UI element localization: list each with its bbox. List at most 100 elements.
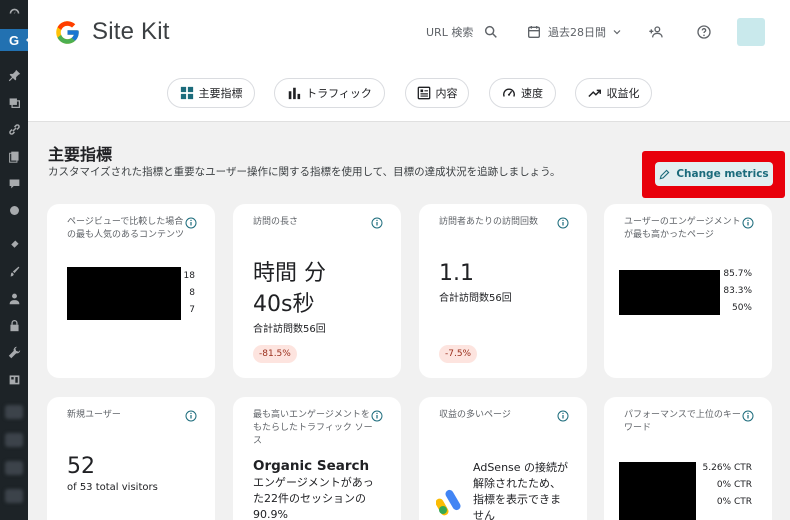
metric-subtext: 合計訪問数56回 bbox=[253, 324, 326, 335]
popular-content-card: ページビューで比較した場合の最も人気のあるコンテンツ 18 8 7 bbox=[47, 204, 215, 378]
value: 0% CTR bbox=[716, 480, 752, 490]
site-kit-header: Site Kit URL 検索 過去28日間 主要指標 トラフィック 内容 速度 bbox=[28, 0, 790, 122]
top-traffic-source-card: 最も高いエンゲージメントをもたらしたトラフィック ソース Organic Sea… bbox=[233, 397, 401, 520]
brush-icon[interactable] bbox=[0, 260, 28, 282]
tab-label: トラフィック bbox=[306, 87, 372, 100]
redacted-content bbox=[619, 462, 696, 520]
message-line: 指標を表示できま bbox=[473, 493, 561, 506]
users-icon[interactable] bbox=[0, 287, 28, 309]
tab-monetization[interactable]: 収益化 bbox=[575, 78, 652, 108]
adsense-message: AdSense の接続が 解除されたため、 指標を表示できま せん bbox=[473, 460, 568, 520]
info-icon[interactable] bbox=[185, 410, 197, 422]
change-metrics-button[interactable]: Change metrics bbox=[655, 162, 773, 186]
redacted-content bbox=[67, 267, 181, 320]
metric-value: 1.1 bbox=[439, 261, 474, 286]
visits-per-visitor-card: 訪問者あたりの訪問回数 1.1 合計訪問数56回 -7.5% bbox=[419, 204, 587, 378]
message-line: せん bbox=[473, 509, 495, 520]
tab-label: 内容 bbox=[435, 87, 458, 100]
metric-value-line1: 時間 分 bbox=[253, 261, 326, 286]
avatar[interactable] bbox=[737, 18, 765, 46]
help-button[interactable] bbox=[696, 20, 712, 44]
calendar-icon bbox=[528, 26, 540, 38]
card-title: 収益の多いページ bbox=[439, 410, 511, 420]
tab-bar: 主要指標 トラフィック 内容 速度 収益化 bbox=[28, 78, 790, 110]
google-g-icon bbox=[56, 20, 79, 44]
info-icon[interactable] bbox=[185, 217, 197, 229]
card-title: 訪問者あたりの訪問回数 bbox=[439, 217, 539, 227]
site-kit-menu-icon[interactable]: G bbox=[0, 29, 28, 51]
tab-label: 速度 bbox=[521, 87, 543, 100]
pages-icon[interactable] bbox=[0, 145, 28, 167]
appearance-icon[interactable] bbox=[0, 199, 28, 221]
comments-icon[interactable] bbox=[0, 172, 28, 194]
tab-traffic[interactable]: トラフィック bbox=[274, 78, 385, 108]
metric-subtext: 合計訪問数56回 bbox=[439, 293, 512, 304]
change-metrics-label: Change metrics bbox=[676, 168, 769, 180]
value: 7 bbox=[189, 305, 195, 315]
trending-up-icon bbox=[587, 89, 601, 98]
top-ctr-keywords-card: パフォーマンスで上位のキーワード 5.26% CTR 0% CTR 0% CTR bbox=[604, 397, 772, 520]
add-user-icon bbox=[649, 26, 663, 38]
metric-subtext: of 53 total visitors bbox=[67, 482, 158, 493]
info-icon[interactable] bbox=[557, 410, 569, 422]
metric-value: Organic Search bbox=[253, 458, 370, 474]
card-title: 訪問の長さ bbox=[253, 217, 299, 227]
info-icon[interactable] bbox=[742, 410, 754, 422]
app-title: Site Kit bbox=[92, 18, 170, 45]
tab-speed[interactable]: 速度 bbox=[489, 78, 556, 108]
change-badge: -7.5% bbox=[439, 345, 478, 363]
value: 18 bbox=[183, 271, 195, 281]
dashboard-icon[interactable] bbox=[0, 2, 28, 24]
section-description: カスタマイズされた指標と重要なユーザー操作に関する指標を使用して、目標の達成状況… bbox=[48, 166, 561, 178]
visit-length-card: 訪問の長さ 時間 分 40s秒 合計訪問数56回 -81.5% bbox=[233, 204, 401, 378]
value: 50% bbox=[731, 303, 752, 313]
date-range-selector[interactable]: 過去28日間 bbox=[526, 20, 623, 44]
tab-key-metrics[interactable]: 主要指標 bbox=[167, 78, 255, 108]
detail-line: た22件のセッションの bbox=[253, 492, 366, 505]
pencil-icon bbox=[659, 169, 670, 179]
detail-line: エンゲージメントがあっ bbox=[253, 476, 374, 489]
tab-label: 収益化 bbox=[606, 87, 640, 100]
value-list: 5.26% CTR 0% CTR 0% CTR bbox=[703, 460, 753, 511]
url-search-label: URL 検索 bbox=[426, 26, 474, 39]
new-users-card: 新規ユーザー 52 of 53 total visitors bbox=[47, 397, 215, 520]
change-badge: -81.5% bbox=[253, 345, 297, 363]
info-icon[interactable] bbox=[371, 217, 383, 229]
info-icon[interactable] bbox=[557, 217, 569, 229]
redacted-content bbox=[619, 270, 720, 315]
card-title: 最も高いエンゲージメントをもたらしたトラフィック ソース bbox=[253, 410, 373, 446]
link-icon[interactable] bbox=[0, 118, 28, 140]
plugins-icon[interactable] bbox=[0, 233, 28, 255]
top-earning-pages-card: 収益の多いページ AdSense の接続が 解除されたため、 指標を表示できま … bbox=[419, 397, 587, 520]
card-title: ページビューで比較した場合の最も人気のあるコンテンツ bbox=[67, 217, 185, 240]
metric-value: 52 bbox=[67, 454, 95, 479]
media-icon[interactable] bbox=[0, 91, 28, 113]
value: 8 bbox=[189, 288, 195, 298]
date-range-label: 過去28日間 bbox=[548, 26, 606, 39]
lock-icon[interactable] bbox=[0, 314, 28, 336]
adsense-icon bbox=[436, 489, 461, 516]
url-search-button[interactable]: URL 検索 bbox=[426, 20, 499, 44]
message-line: 解除されたため、 bbox=[473, 477, 561, 490]
value: 5.26% CTR bbox=[702, 463, 753, 473]
tools-icon[interactable] bbox=[0, 341, 28, 363]
value-list: 18 8 7 bbox=[184, 268, 195, 319]
detail-line: 90.9% bbox=[253, 508, 288, 520]
chevron-down-icon bbox=[613, 30, 621, 35]
metric-value-line2: 40s秒 bbox=[253, 292, 315, 317]
wp-admin-sidebar: G bbox=[0, 0, 32, 520]
message-line: AdSense の接続が bbox=[473, 461, 569, 474]
add-user-button[interactable] bbox=[648, 20, 664, 44]
info-icon[interactable] bbox=[742, 217, 754, 229]
pin-icon[interactable] bbox=[0, 64, 28, 86]
tab-content[interactable]: 内容 bbox=[405, 78, 469, 108]
speedometer-icon bbox=[503, 88, 515, 97]
settings-icon[interactable] bbox=[0, 368, 28, 390]
search-icon bbox=[485, 25, 498, 38]
blurred-menu-icon bbox=[5, 405, 23, 419]
site-kit-logo[interactable]: Site Kit bbox=[54, 18, 170, 46]
info-icon[interactable] bbox=[371, 410, 383, 422]
section-title: 主要指標 bbox=[48, 145, 113, 164]
value: 85.7% bbox=[723, 269, 752, 279]
help-icon bbox=[697, 25, 711, 39]
